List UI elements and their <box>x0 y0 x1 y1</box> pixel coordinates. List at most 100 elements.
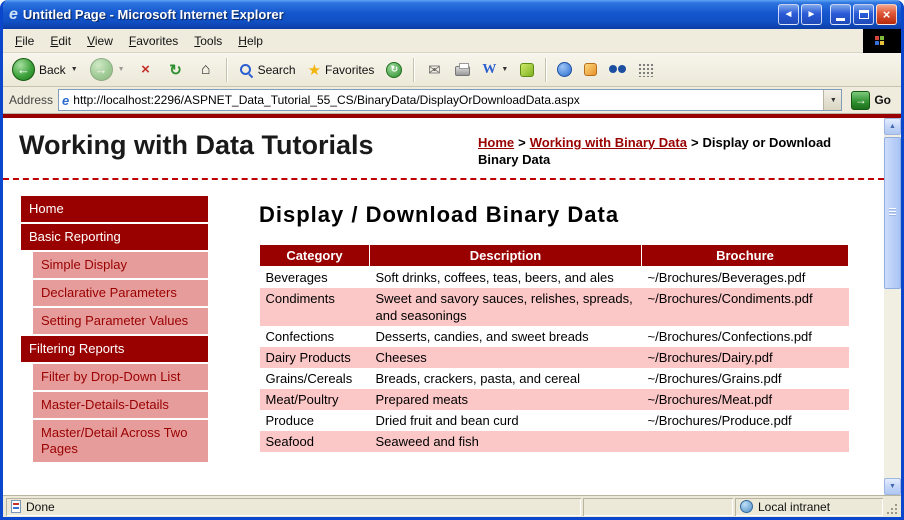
main-content: Display / Download Binary Data Category … <box>259 180 849 452</box>
sidebar-item-setting-parameter-values[interactable]: Setting Parameter Values <box>33 308 208 334</box>
cell-description: Soft drinks, coffees, teas, beers, and a… <box>370 267 642 289</box>
browser-viewport: Working with Data Tutorials Home>Working… <box>3 118 901 495</box>
page-body: Home Basic Reporting Simple Display Decl… <box>3 180 884 495</box>
print-button[interactable] <box>450 61 475 78</box>
stop-button[interactable]: × <box>132 59 160 80</box>
home-button[interactable]: ⌂ <box>192 59 220 81</box>
vertical-scrollbar[interactable]: ▲ ▼ <box>884 118 901 495</box>
sidebar-item-master-detail-across-two-pages[interactable]: Master/Detail Across Two Pages <box>33 420 208 462</box>
mail-icon: ✉ <box>425 61 443 79</box>
menu-edit[interactable]: Edit <box>42 31 79 51</box>
scroll-up-button[interactable]: ▲ <box>884 118 901 135</box>
cell-category: Meat/Poultry <box>260 389 370 410</box>
table-row: Seafood Seaweed and fish <box>260 431 849 452</box>
titlebar[interactable]: e Untitled Page - Microsoft Internet Exp… <box>3 0 901 29</box>
addon-button-4[interactable] <box>633 61 659 79</box>
minimize-button[interactable] <box>830 4 851 25</box>
sidebar-item-basic-reporting[interactable]: Basic Reporting <box>21 224 208 250</box>
addon-button-1[interactable] <box>552 60 577 79</box>
categories-table: Category Description Brochure Beverages … <box>259 244 849 452</box>
breadcrumb-link-section[interactable]: Working with Binary Data <box>530 135 687 150</box>
document-done-icon <box>11 500 21 513</box>
sidebar-item-filter-by-drop-down-list[interactable]: Filter by Drop-Down List <box>33 364 208 390</box>
edit-button[interactable]: W ▼ <box>477 60 513 80</box>
cell-brochure: ~/Brochures/Beverages.pdf <box>642 267 849 289</box>
titlebar-extra-left-button[interactable]: ◄ <box>778 4 799 25</box>
addon-button-2[interactable] <box>579 61 602 78</box>
address-url: http://localhost:2296/ASPNET_Data_Tutori… <box>73 93 823 107</box>
breadcrumb-separator: > <box>691 135 699 150</box>
sidebar-item-simple-display[interactable]: Simple Display <box>33 252 208 278</box>
scroll-down-button[interactable]: ▼ <box>884 478 901 495</box>
mail-button[interactable]: ✉ <box>420 59 448 81</box>
close-button[interactable]: × <box>876 4 897 25</box>
cell-brochure: ~/Brochures/Grains.pdf <box>642 368 849 389</box>
cell-description: Cheeses <box>370 347 642 368</box>
go-button[interactable]: → Go <box>847 90 895 111</box>
sidebar-item-declarative-parameters[interactable]: Declarative Parameters <box>33 280 208 306</box>
forward-dropdown-icon[interactable]: ▼ <box>118 66 125 73</box>
toolbar: ← Back ▼ → ▼ × ↻ ⌂ Search ★ Favorites ↻ … <box>3 53 901 87</box>
edit-dropdown-icon[interactable]: ▼ <box>501 66 508 73</box>
menu-file[interactable]: File <box>7 31 42 51</box>
scrollbar-thumb[interactable] <box>884 137 901 289</box>
addon-button-3[interactable] <box>604 62 631 77</box>
back-label: Back <box>39 63 66 77</box>
history-button[interactable]: ↻ <box>381 60 407 80</box>
forward-button[interactable]: → ▼ <box>85 56 130 83</box>
toolbar-separator <box>226 58 227 82</box>
local-intranet-icon <box>740 500 753 513</box>
titlebar-buttons: ◄ ► × <box>778 4 897 25</box>
status-bar: Done Local intranet <box>3 495 901 517</box>
sidebar-nav: Home Basic Reporting Simple Display Decl… <box>21 196 208 464</box>
column-header-brochure: Brochure <box>642 245 849 267</box>
print-icon <box>455 66 470 76</box>
favorites-button[interactable]: ★ Favorites <box>303 59 380 81</box>
breadcrumb-separator: > <box>518 135 526 150</box>
messenger-icon <box>520 63 534 77</box>
address-input[interactable]: e http://localhost:2296/ASPNET_Data_Tuto… <box>58 89 842 111</box>
status-text: Done <box>26 500 55 514</box>
resize-grip[interactable] <box>884 498 899 516</box>
sidebar-item-master-details-details[interactable]: Master-Details-Details <box>33 392 208 418</box>
page-title: Display / Download Binary Data <box>259 202 849 228</box>
search-label: Search <box>258 63 296 77</box>
page-icon: e <box>62 93 69 108</box>
sidebar-item-filtering-reports[interactable]: Filtering Reports <box>21 336 208 362</box>
titlebar-extra-right-button[interactable]: ► <box>801 4 822 25</box>
maximize-button[interactable] <box>853 4 874 25</box>
address-dropdown-button[interactable]: ▼ <box>823 90 841 110</box>
scroll-up-icon: ▲ <box>889 123 896 130</box>
menu-help[interactable]: Help <box>230 31 271 51</box>
cell-category: Dairy Products <box>260 347 370 368</box>
menu-bar: File Edit View Favorites Tools Help <box>3 29 901 53</box>
back-dropdown-icon[interactable]: ▼ <box>71 66 78 73</box>
status-panel-main: Done <box>6 498 581 516</box>
sidebar-item-home[interactable]: Home <box>21 196 208 222</box>
back-icon: ← <box>12 58 35 81</box>
table-row: Confections Desserts, candies, and sweet… <box>260 326 849 347</box>
menu-favorites[interactable]: Favorites <box>121 31 186 51</box>
column-header-description: Description <box>370 245 642 267</box>
cell-category: Confections <box>260 326 370 347</box>
toolbar-separator <box>413 58 414 82</box>
minimize-icon <box>836 18 845 21</box>
messenger-button[interactable] <box>515 61 539 79</box>
refresh-button[interactable]: ↻ <box>162 59 190 81</box>
cell-description: Desserts, candies, and sweet breads <box>370 326 642 347</box>
windows-logo-throbber <box>863 29 901 53</box>
binoculars-icon <box>609 64 626 75</box>
back-button[interactable]: ← Back ▼ <box>7 56 83 83</box>
dots-grid-icon <box>638 63 654 77</box>
menu-tools[interactable]: Tools <box>186 31 230 51</box>
cell-category: Beverages <box>260 267 370 289</box>
cell-description: Seaweed and fish <box>370 431 642 452</box>
scrollbar-track[interactable] <box>884 135 901 478</box>
search-button[interactable]: Search <box>233 60 301 80</box>
search-icon <box>238 62 254 78</box>
menu-view[interactable]: View <box>79 31 121 51</box>
refresh-icon: ↻ <box>167 61 185 79</box>
table-row: Condiments Sweet and savory sauces, reli… <box>260 288 849 326</box>
column-header-category: Category <box>260 245 370 267</box>
breadcrumb-link-home[interactable]: Home <box>478 135 514 150</box>
